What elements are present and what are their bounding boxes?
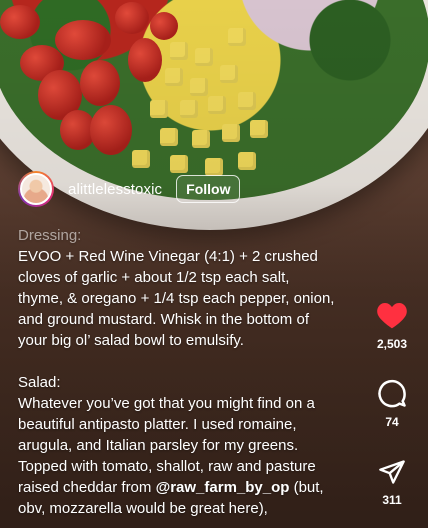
caption-line: beautiful antipasto platter. I used roma… bbox=[18, 416, 297, 433]
creator-row: alittlelesstoxic Follow bbox=[18, 170, 241, 208]
caption-text: (but, bbox=[289, 479, 324, 496]
comment-button[interactable]: 74 bbox=[356, 378, 428, 429]
like-button[interactable]: 2,503 bbox=[356, 300, 428, 351]
share-count: 311 bbox=[382, 493, 402, 507]
caption-line: raised cheddar from @raw_farm_by_op (but… bbox=[18, 477, 358, 498]
share-button[interactable]: 311 bbox=[356, 458, 428, 507]
caption[interactable]: Dressing: EVOO + Red Wine Vinegar (4:1) … bbox=[18, 225, 358, 519]
caption-line: cloves of garlic + about 1/2 tsp each sa… bbox=[18, 269, 290, 286]
paper-plane-icon bbox=[379, 460, 405, 484]
like-count: 2,503 bbox=[376, 337, 408, 351]
caption-dressing-heading: Dressing: bbox=[18, 227, 82, 244]
mention-link[interactable]: @raw_farm_by_op bbox=[156, 479, 290, 496]
caption-line: arugula, and Italian parsley for my gree… bbox=[18, 437, 299, 454]
caption-line: Topped with tomato, shallot, raw and pas… bbox=[18, 458, 316, 475]
caption-line: thyme, & oregano + 1/4 tsp each pepper, … bbox=[18, 290, 335, 307]
comment-bubble-icon bbox=[378, 379, 406, 408]
caption-line: obv, mozzarella would be great here), bbox=[18, 500, 268, 517]
username[interactable]: alittlelesstoxic bbox=[68, 181, 162, 198]
follow-button[interactable]: Follow bbox=[176, 175, 241, 203]
caption-line: your big ol’ salad bowl to emulsify. bbox=[18, 332, 244, 349]
caption-salad-heading: Salad: bbox=[18, 374, 61, 391]
avatar[interactable] bbox=[18, 171, 54, 207]
caption-line: and ground mustard. Whisk in the bottom … bbox=[18, 311, 309, 328]
avatar-photo bbox=[20, 173, 52, 205]
caption-line: Whatever you’ve got that you might find … bbox=[18, 395, 315, 412]
heart-icon bbox=[377, 303, 407, 329]
caption-text: raised cheddar from bbox=[18, 479, 156, 496]
comment-count: 74 bbox=[385, 415, 399, 429]
caption-line: EVOO + Red Wine Vinegar (4:1) + 2 crushe… bbox=[18, 248, 318, 265]
